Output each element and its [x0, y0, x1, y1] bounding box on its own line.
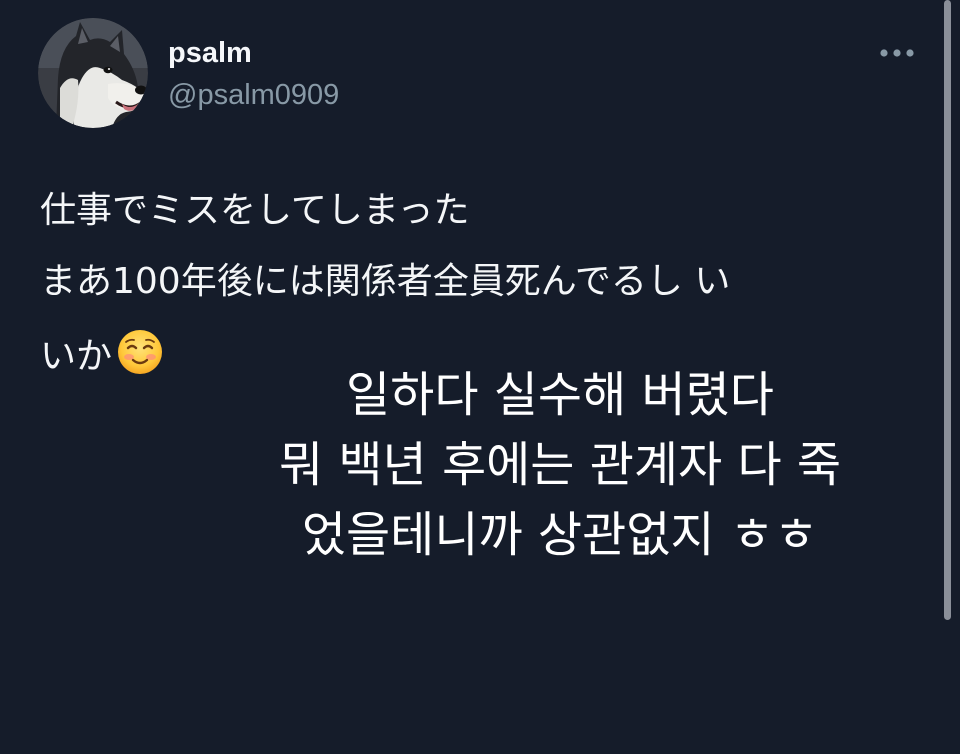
more-horizontal-icon	[880, 49, 914, 57]
tweet-card: psalm @psalm0909 仕事でミスをしてしまった まあ100年後には関…	[0, 0, 960, 754]
smiling-face-emoji-icon	[116, 328, 164, 376]
tweet-line: いか	[40, 336, 113, 377]
display-name[interactable]: psalm	[168, 36, 252, 70]
user-handle[interactable]: @psalm0909	[168, 78, 339, 112]
translation-caption: 일하다 실수해 버렸다 뭐 백년 후에는 관계자 다 죽 었을테니까 상관없지 …	[200, 350, 920, 570]
caption-line: 뭐 백년 후에는 관계자 다 죽	[278, 437, 842, 493]
avatar[interactable]	[38, 18, 148, 128]
more-options-button[interactable]	[872, 38, 922, 68]
tweet-line: まあ100年後には関係者全員死んでるし い	[40, 261, 731, 302]
caption-line: 일하다 실수해 버렸다	[346, 367, 774, 423]
tweet-line-with-emoji: いか	[40, 328, 164, 378]
caption-line: 었을테니까 상관없지 ㅎㅎ	[301, 507, 819, 563]
tweet-line: 仕事でミスをしてしまった	[40, 190, 470, 231]
scrollbar-thumb[interactable]	[944, 0, 951, 620]
husky-dog-avatar-icon	[38, 18, 148, 128]
